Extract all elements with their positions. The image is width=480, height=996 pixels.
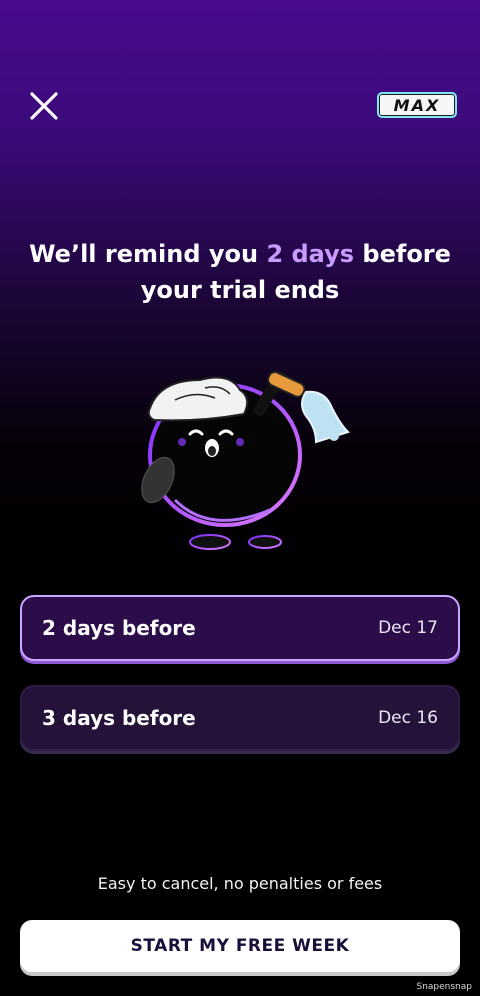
option-date: Dec 17 <box>378 618 438 638</box>
headline-accent: 2 days <box>266 240 355 268</box>
max-logo-badge: MAX <box>377 92 457 118</box>
mascot-ringing-bell-icon <box>141 370 350 550</box>
cancel-note: Easy to cancel, no penalties or fees <box>97 874 383 893</box>
option-label: 3 days before <box>42 706 196 730</box>
option-date: Dec 16 <box>378 708 438 728</box>
cta-label: START MY FREE WEEK <box>130 936 350 956</box>
option-3-days-before[interactable]: 3 days before Dec 16 <box>20 685 460 751</box>
option-label: 2 days before <box>42 616 196 640</box>
close-x-icon <box>30 92 58 120</box>
mascot-illustration <box>120 350 370 560</box>
headline-text-start: We’ll remind you <box>29 240 267 268</box>
watermark: Snapensnap <box>416 982 472 992</box>
page-title: We’ll remind you 2 days before your tria… <box>20 236 460 308</box>
max-logo-text: MAX <box>393 95 441 115</box>
start-free-week-button[interactable]: START MY FREE WEEK <box>20 920 460 972</box>
close-button[interactable] <box>24 86 64 126</box>
option-2-days-before[interactable]: 2 days before Dec 17 <box>20 595 460 661</box>
trial-reminder-screen: MAX We’ll remind you 2 days before your … <box>0 0 480 996</box>
